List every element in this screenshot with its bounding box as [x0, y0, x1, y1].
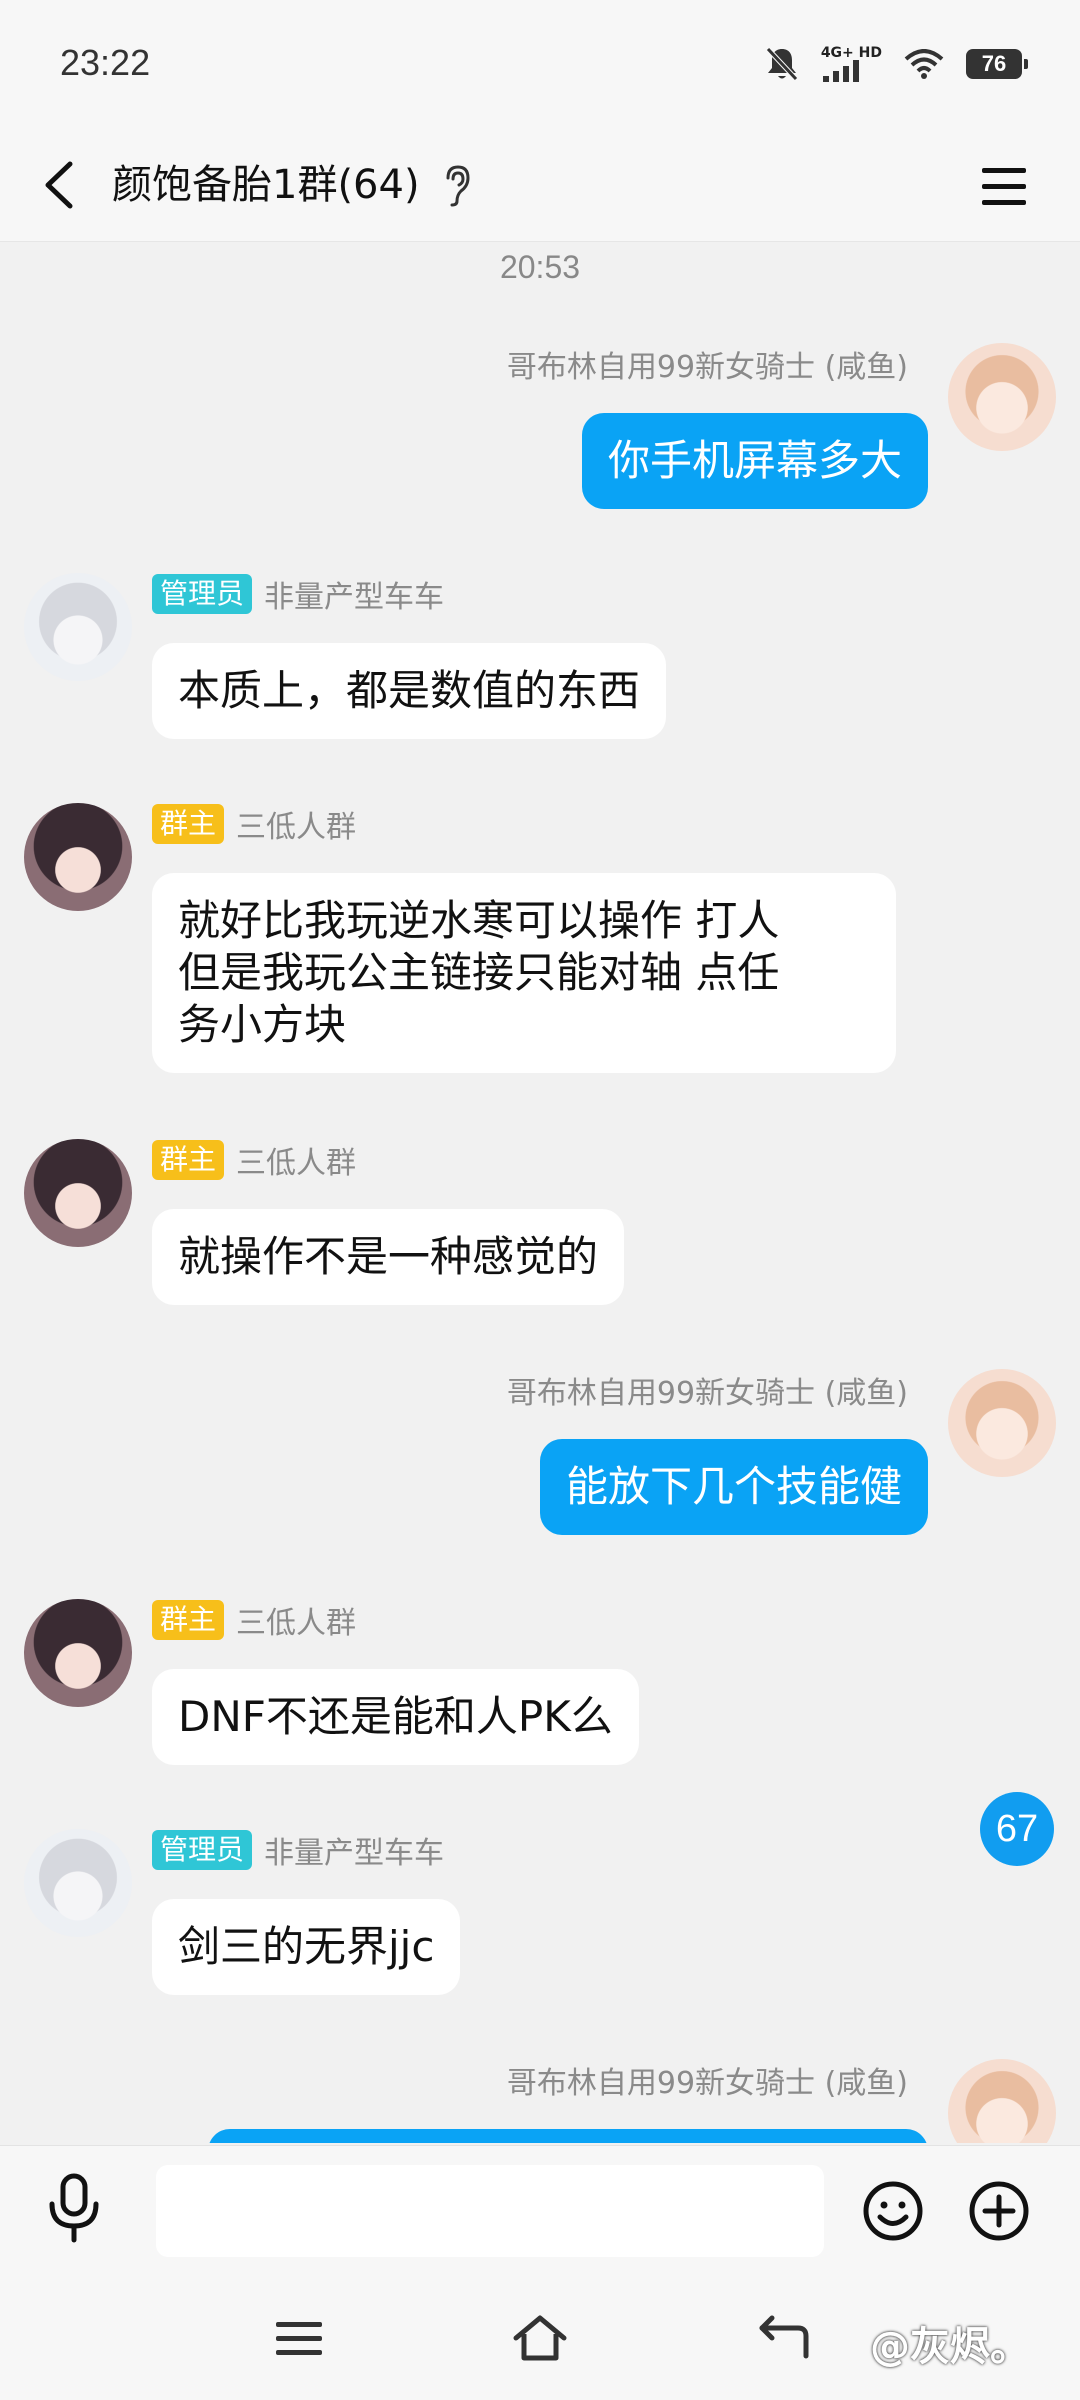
navigation-bar: @灰烬。: [0, 2270, 1080, 2400]
message-bubble[interactable]: DNF不还是能和人PK么: [152, 1669, 639, 1765]
home-icon[interactable]: [510, 2312, 570, 2364]
back-arrow-icon[interactable]: [36, 150, 80, 220]
message-sender: 管理员 非量产型车车: [152, 573, 444, 615]
chat-header: 颜饱备胎1群(64): [0, 130, 1080, 242]
menu-nav-icon[interactable]: [270, 2312, 330, 2364]
wifi-icon: [904, 49, 944, 79]
message-sender: 哥布林自用99新女骑士 (咸鱼): [507, 1369, 908, 1411]
message-bubble[interactable]: 本质上，都是数值的东西: [152, 643, 667, 739]
message-sender: 哥布林自用99新女骑士 (咸鱼): [507, 2059, 908, 2101]
sender-name: 哥布林自用99新女骑士 (咸鱼): [506, 2066, 908, 2101]
sender-name: 哥布林自用99新女骑士 (咸鱼): [506, 350, 908, 385]
menu-icon[interactable]: [976, 154, 1032, 218]
back-nav-icon[interactable]: [754, 2312, 814, 2364]
my-avatar[interactable]: [948, 343, 1056, 451]
sender-name: 哥布林自用99新女骑士 (咸鱼): [506, 1376, 908, 1411]
battery-icon: 76: [966, 49, 1028, 79]
message-input[interactable]: [156, 2165, 824, 2257]
message-sender: 群主 三低人群: [152, 1139, 356, 1181]
message-sender: 哥布林自用99新女骑士 (咸鱼): [507, 343, 908, 385]
admin-badge: 管理员: [152, 574, 253, 614]
chat-area[interactable]: 20:53 哥布林自用99新女骑士 (咸鱼) 你手机屏幕多大 管理员 非量产型车…: [0, 243, 1080, 2143]
group-title: 颜饱备胎1群(64): [112, 162, 420, 208]
emoji-icon[interactable]: [862, 2180, 924, 2242]
plus-icon[interactable]: [968, 2180, 1030, 2242]
sender-name: 非量产型车车: [264, 580, 445, 615]
network-label: 4G+ HD: [820, 45, 882, 61]
chat-timestamp: 20:53: [499, 249, 581, 285]
member-avatar[interactable]: [24, 1139, 132, 1247]
status-time: 23:22: [60, 42, 151, 83]
my-message-bubble[interactable]: 你手机屏幕多大: [581, 413, 928, 509]
message-sender: 群主 三低人群: [152, 803, 356, 845]
message-sender: 管理员 非量产型车车: [152, 1829, 444, 1871]
my-message-bubble[interactable]: 能放下几个技能健: [539, 1439, 928, 1535]
owner-badge: 群主: [152, 804, 225, 844]
watermark: @灰烬。: [870, 2324, 1030, 2370]
message-bubble[interactable]: 就好比我玩逆水寒可以操作 打人 但是我玩公主链接只能对轴 点任 务小方块: [152, 873, 896, 1073]
member-avatar[interactable]: [24, 573, 132, 681]
sender-name: 三低人群: [236, 1606, 357, 1641]
admin-badge: 管理员: [152, 1830, 253, 1870]
message-sender: 群主 三低人群: [152, 1599, 356, 1641]
my-avatar[interactable]: [948, 2059, 1056, 2143]
member-avatar[interactable]: [24, 803, 132, 911]
my-message-bubble[interactable]: [208, 2129, 928, 2143]
my-avatar[interactable]: [948, 1369, 1056, 1477]
sender-name: 三低人群: [236, 1146, 357, 1181]
message-bubble[interactable]: 就操作不是一种感觉的: [152, 1209, 625, 1305]
member-avatar[interactable]: [24, 1599, 132, 1707]
status-bar: 23:22 4G+ HD 76: [0, 0, 1080, 130]
member-avatar[interactable]: [24, 1829, 132, 1937]
input-bar: [0, 2145, 1080, 2270]
microphone-icon[interactable]: [44, 2172, 104, 2246]
ear-icon[interactable]: [442, 164, 472, 208]
message-bubble[interactable]: 剑三的无界jjc: [152, 1899, 461, 1995]
sender-name: 非量产型车车: [264, 1836, 445, 1871]
sender-name: 三低人群: [236, 810, 357, 845]
unread-count-badge[interactable]: 67: [980, 1792, 1054, 1866]
mute-icon: [765, 47, 798, 81]
status-icons: 4G+ HD 76: [765, 44, 1028, 84]
owner-badge: 群主: [152, 1140, 225, 1180]
owner-badge: 群主: [152, 1600, 225, 1640]
signal-icon: 4G+ HD: [821, 46, 882, 82]
